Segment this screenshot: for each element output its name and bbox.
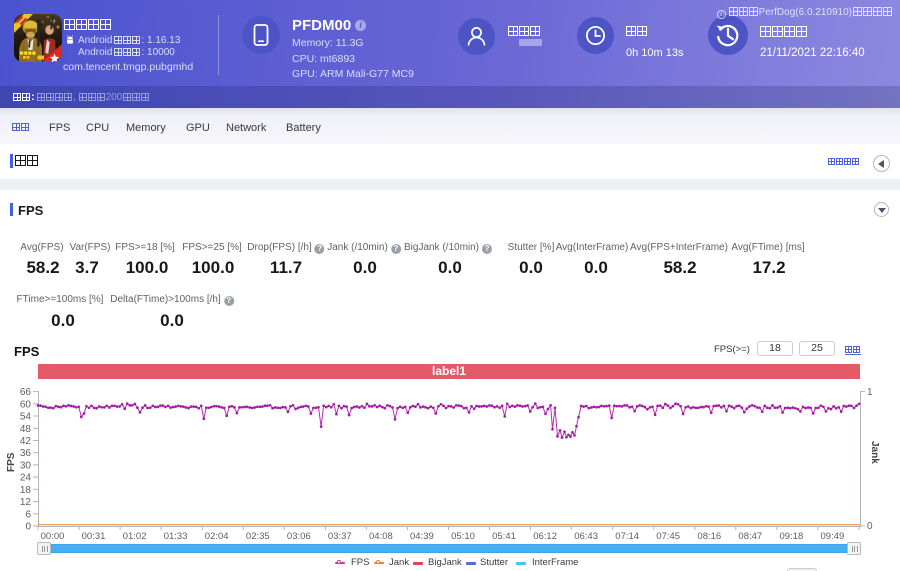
svg-text:24: 24 <box>20 473 32 484</box>
svg-text:00:31: 00:31 <box>82 531 106 542</box>
svg-text:05:10: 05:10 <box>451 531 475 542</box>
svg-text:66: 66 <box>20 387 32 398</box>
svg-text:04:39: 04:39 <box>410 531 434 542</box>
svg-text:54: 54 <box>20 412 32 423</box>
svg-text:08:47: 08:47 <box>738 531 762 542</box>
svg-text:60: 60 <box>20 399 32 410</box>
svg-text:08:16: 08:16 <box>697 531 721 542</box>
svg-text:02:35: 02:35 <box>246 531 270 542</box>
svg-text:09:18: 09:18 <box>780 531 804 542</box>
svg-text:12: 12 <box>20 497 32 508</box>
svg-text:01:33: 01:33 <box>164 531 188 542</box>
svg-text:48: 48 <box>20 424 32 435</box>
svg-text:00:00: 00:00 <box>41 531 65 542</box>
svg-text:Jank: Jank <box>869 441 880 464</box>
svg-text:18: 18 <box>20 485 32 496</box>
svg-text:36: 36 <box>20 448 32 459</box>
svg-text:1: 1 <box>867 387 873 398</box>
svg-text:FPS: FPS <box>6 452 17 472</box>
svg-text:0: 0 <box>25 522 31 533</box>
svg-text:04:08: 04:08 <box>369 531 393 542</box>
svg-text:05:41: 05:41 <box>492 531 516 542</box>
svg-text:03:06: 03:06 <box>287 531 311 542</box>
svg-text:6: 6 <box>25 509 31 520</box>
svg-text:07:14: 07:14 <box>615 531 639 542</box>
svg-text:06:12: 06:12 <box>533 531 557 542</box>
svg-text:03:37: 03:37 <box>328 531 352 542</box>
svg-text:01:02: 01:02 <box>123 531 147 542</box>
svg-text:02:04: 02:04 <box>205 531 229 542</box>
svg-text:30: 30 <box>20 460 32 471</box>
svg-text:09:49: 09:49 <box>821 531 845 542</box>
svg-text:42: 42 <box>20 436 32 447</box>
svg-text:06:43: 06:43 <box>574 531 598 542</box>
svg-text:0: 0 <box>867 521 873 532</box>
svg-text:07:45: 07:45 <box>656 531 680 542</box>
